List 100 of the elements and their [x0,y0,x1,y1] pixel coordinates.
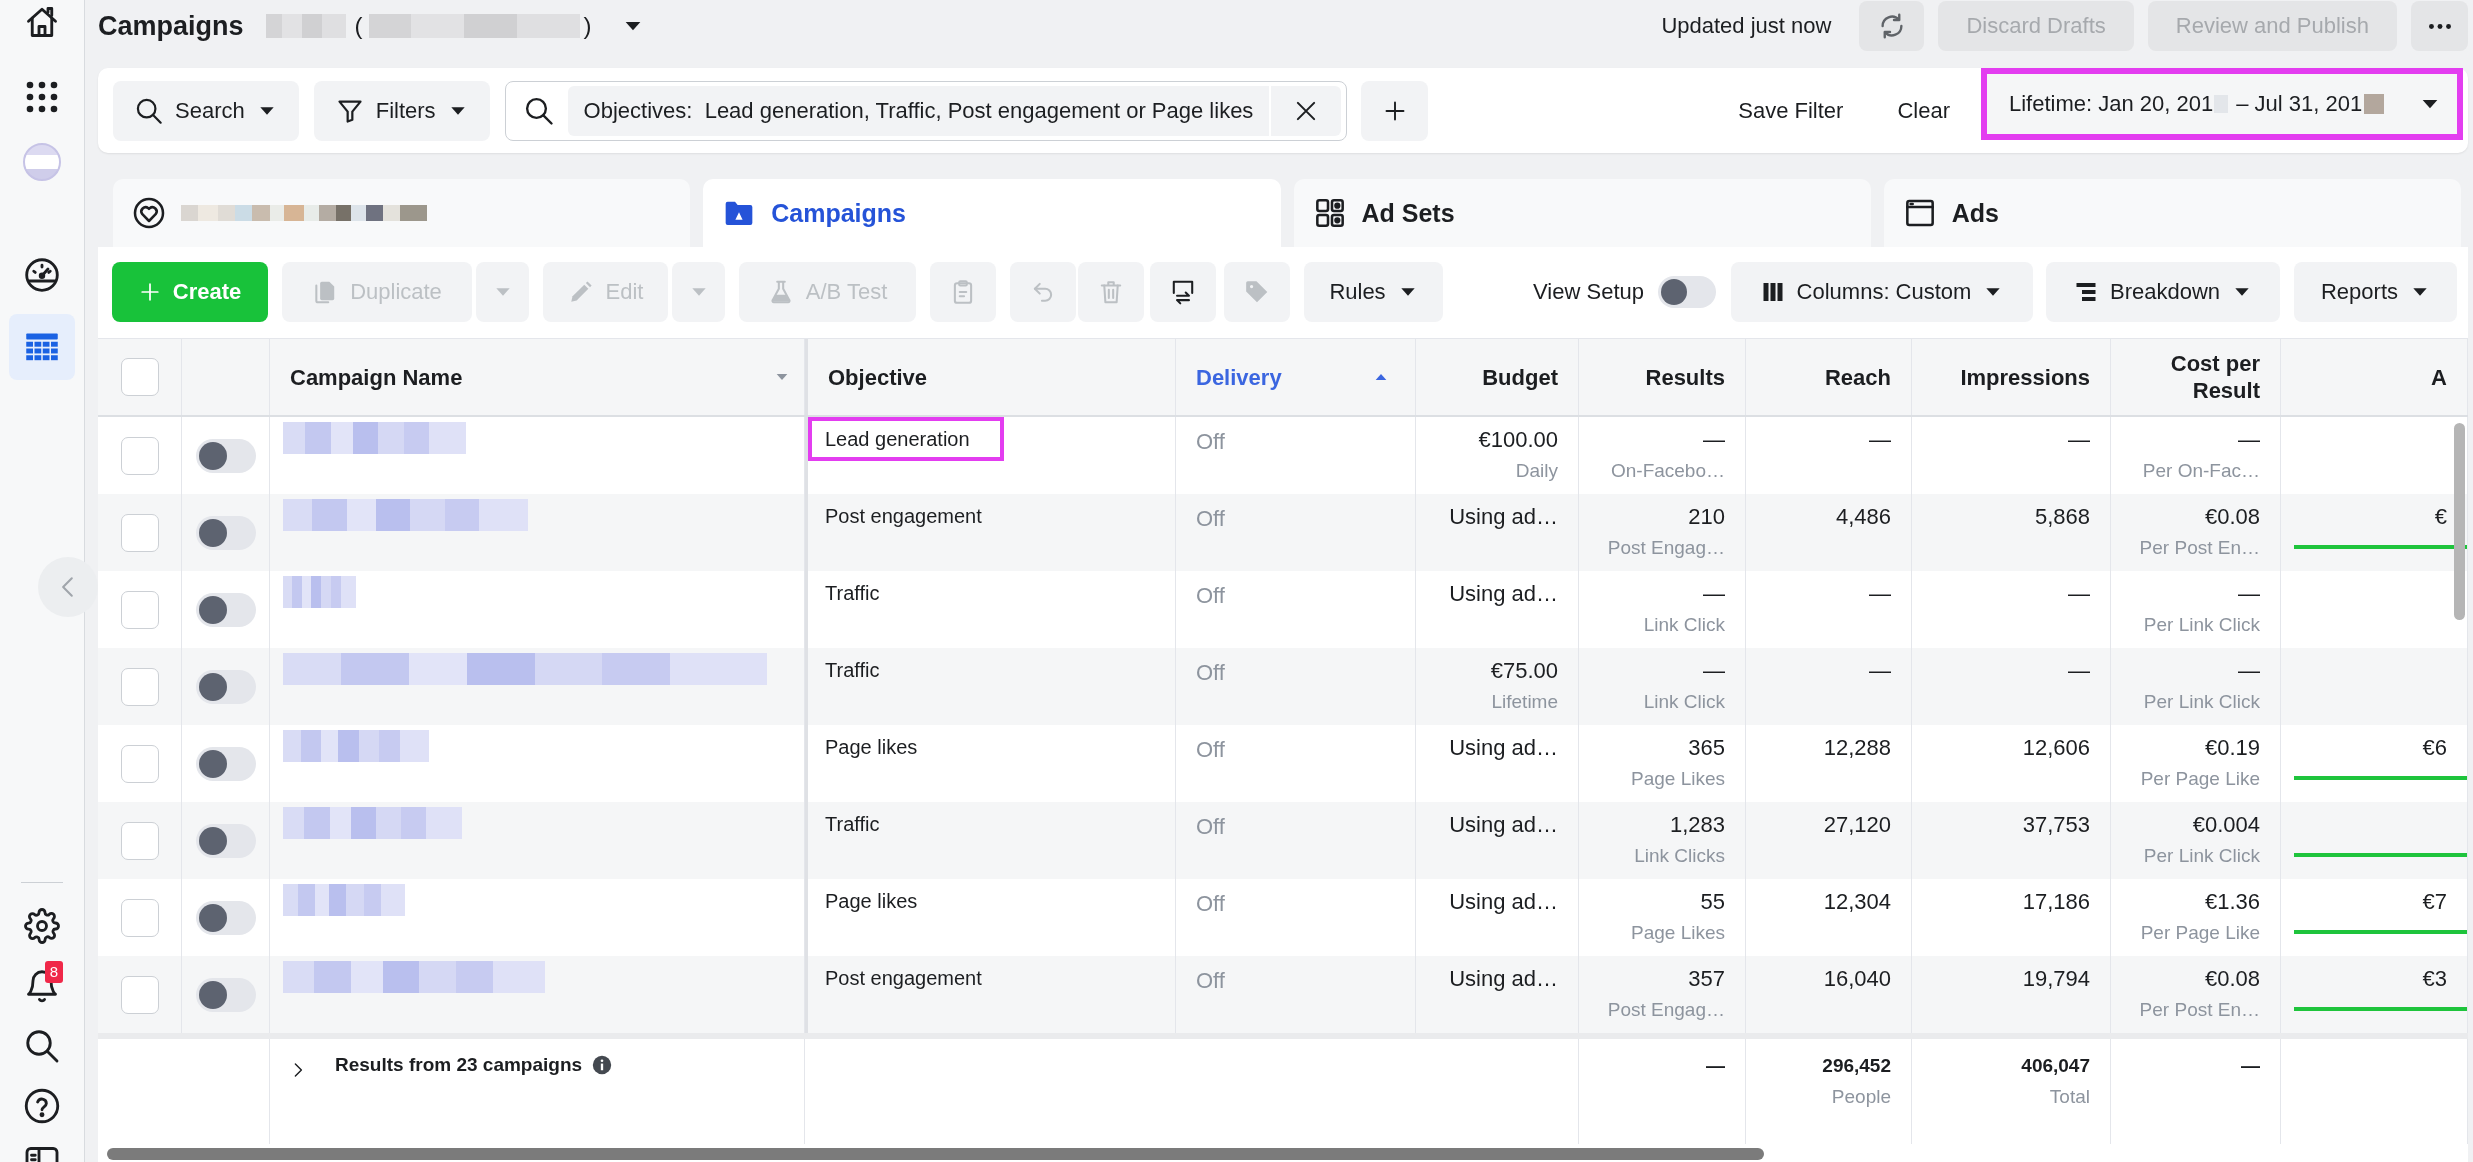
result-type: Link Click [1643,613,1725,637]
tab[interactable]: Ads [1883,179,2461,247]
tab[interactable]: Campaigns [703,179,1281,247]
results-value: — [1703,657,1725,685]
budget-amount: Using ad… [1449,965,1558,993]
column-header[interactable]: A [2431,363,2447,391]
column-header[interactable]: Budget [1482,363,1558,391]
refresh-button[interactable] [1859,1,1925,51]
reach-unit: People [1831,1085,1891,1109]
cost-value: — [2238,657,2260,685]
row-checkbox[interactable] [120,744,159,783]
column-header[interactable]: Objective [828,363,928,391]
tab[interactable] [113,179,691,247]
cost-type: Per Post En… [2139,536,2260,560]
search-icon [523,95,554,126]
column-header[interactable]: Cost per Result [2131,350,2260,404]
swap-button[interactable] [1150,262,1216,322]
four-squares-icon [1313,197,1346,229]
impressions-unit: Total [2049,1085,2090,1109]
impressions-value: 5,868 [2034,503,2090,531]
row-checkbox[interactable] [120,590,159,629]
row-checkbox[interactable] [120,436,159,475]
info-icon[interactable] [592,1055,613,1075]
plus-icon [138,281,161,303]
budget-amount: €100.00 [1478,426,1558,454]
filter-field[interactable]: Objectives: Lead generation, Traffic, Post engagement or Page likes [504,80,1348,141]
row-checkbox[interactable] [120,667,159,706]
objective-text: Traffic [824,812,881,837]
reach-value: 4,486 [1835,503,1891,531]
results-value: 365 [1688,734,1725,762]
cost-value: — [2238,426,2260,454]
tab[interactable]: Ad Sets [1293,179,1871,247]
swap-arrows-icon [1170,279,1196,305]
filters-button[interactable]: Filters [313,80,490,141]
cost-value: €0.004 [2192,811,2260,839]
page-title: Campaigns [98,10,244,42]
result-type: Page Likes [1631,921,1725,945]
results-total: — [1706,1054,1725,1078]
sidebar-item[interactable]: 8 [12,964,72,1008]
row-checkbox[interactable] [120,898,159,937]
cost-type: Per Page Like [2140,921,2260,945]
cost-type: Per Post En… [2139,998,2260,1022]
delivery-status: Off [1196,813,1226,841]
remove-filter-button[interactable] [1271,85,1342,136]
row-toggle[interactable] [195,669,256,704]
result-type: Post Engag… [1607,998,1725,1022]
row-toggle[interactable] [195,977,256,1012]
columns-button[interactable]: Columns: Custom [1731,262,2033,322]
row-toggle[interactable] [195,438,256,473]
bell-icon [24,968,60,1004]
more-button[interactable] [2411,1,2468,51]
clear-link[interactable]: Clear [1897,97,1950,124]
blurred-text [2364,94,2385,114]
gauge-icon [24,257,60,293]
totals-label: Results from 23 campaigns [335,1053,583,1077]
budget-amount: Using ad… [1449,503,1558,531]
row-toggle[interactable] [195,592,256,627]
reach-value: 27,120 [1823,811,1891,839]
results-value: — [1703,426,1725,454]
settings-icon [24,908,60,944]
objective-text: Traffic [824,658,881,683]
delivery-status: Off [1196,967,1226,995]
column-header[interactable]: Campaign Name [290,363,463,391]
select-all-checkbox[interactable] [120,358,159,396]
budget-amount: Using ad… [1449,888,1558,916]
date-range-dropdown[interactable]: Lifetime: Jan 20, 201 – Jul 31, 201 [1981,68,2463,140]
vertical-scrollbar-thumb[interactable] [2454,423,2465,620]
view-setup-toggle[interactable] [1658,276,1716,308]
cost-value: — [2238,580,2260,608]
column-header[interactable]: Reach [1824,363,1891,391]
row-checkbox[interactable] [120,513,159,552]
delivery-status: Off [1196,736,1226,764]
delivery-status: Off [1196,659,1226,687]
reports-button[interactable]: Reports [2294,262,2457,322]
cost-value: €0.08 [2204,965,2260,993]
horizontal-scrollbar-thumb[interactable] [107,1148,1764,1160]
column-header[interactable]: Delivery [1196,363,1282,391]
column-header[interactable]: Results [1645,363,1725,391]
window-icon [1903,197,1936,229]
row-toggle[interactable] [195,515,256,550]
search-button[interactable]: Search [113,80,299,141]
column-value: €3 [2422,965,2447,993]
cost-total: — [2241,1054,2260,1078]
dots-grid-icon [24,79,60,115]
search-icon [135,96,163,125]
column-header[interactable]: Impressions [1960,363,2090,391]
impressions-value: — [2068,580,2090,608]
save-filter-link[interactable]: Save Filter [1738,97,1844,124]
impressions-total: 406,047 [2021,1054,2090,1078]
row-toggle[interactable] [195,900,256,935]
row-checkbox[interactable] [120,975,159,1014]
row-checkbox[interactable] [120,821,159,860]
row-toggle[interactable] [195,746,256,781]
results-value: 210 [1688,503,1725,531]
filter-chip[interactable]: Objectives: Lead generation, Traffic, Post engagement or Page likes [567,85,1270,136]
cost-type: Per On-Fac… [2142,459,2260,483]
row-toggle[interactable] [195,823,256,858]
budget-amount: Using ad… [1449,734,1558,762]
rules-button[interactable]: Rules [1304,262,1443,322]
breakdown-button[interactable]: Breakdown [2046,262,2280,322]
